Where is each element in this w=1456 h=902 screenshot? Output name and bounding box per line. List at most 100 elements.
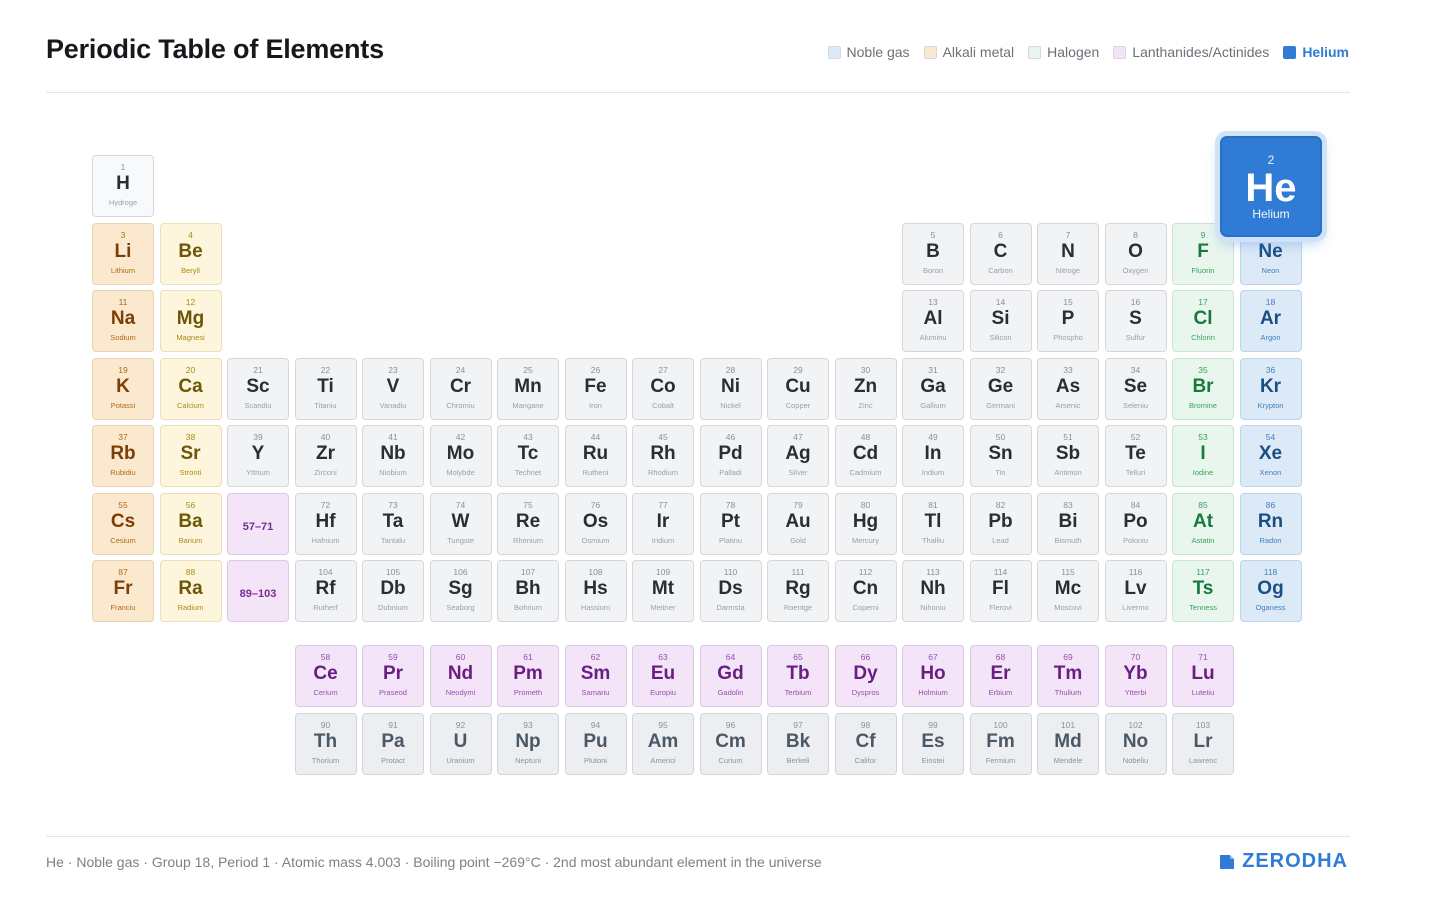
element-cell-rn[interactable]: 86 Rn Radon <box>1239 492 1302 555</box>
element-cell-mt[interactable]: 109 Mt Meitner <box>632 560 694 622</box>
element-cell-ho[interactable]: 67 Ho Holmium <box>902 645 964 707</box>
element-cell-pd[interactable]: 46 Pd Palladi <box>699 425 762 487</box>
element-cell-zn[interactable]: 30 Zn Zinc <box>834 357 897 420</box>
element-cell-u[interactable]: 92 U Uranium <box>429 712 492 775</box>
element-cell-o[interactable]: 8 O Oxygen <box>1104 222 1167 285</box>
element-cell-ca[interactable]: 20 Ca Calcium <box>159 357 222 420</box>
element-cell-er[interactable]: 68 Er Erbium <box>969 645 1032 707</box>
element-cell-cs[interactable]: 55 Cs Cesium <box>92 492 154 555</box>
element-cell-ba[interactable]: 56 Ba Barium <box>159 492 222 555</box>
element-cell-ag[interactable]: 47 Ag Silver <box>767 425 829 487</box>
element-cell-in[interactable]: 49 In Indium <box>902 425 964 487</box>
element-cell-tm[interactable]: 69 Tm Thulium <box>1037 645 1099 707</box>
element-cell-fr[interactable]: 87 Fr Franciu <box>92 560 154 622</box>
element-cell-sm[interactable]: 62 Sm Samariu <box>564 645 627 707</box>
element-cell-hs[interactable]: 108 Hs Hassium <box>564 560 627 622</box>
element-cell-sb[interactable]: 51 Sb Antimon <box>1037 425 1099 487</box>
element-cell-pt[interactable]: 78 Pt Platinu <box>699 492 762 555</box>
legend-item[interactable]: Lanthanides/Actinides <box>1113 44 1269 60</box>
element-cell-es[interactable]: 99 Es Einstei <box>902 712 964 775</box>
element-cell-pm[interactable]: 61 Pm Prometh <box>497 645 559 707</box>
element-range-cell[interactable]: 89–103 <box>227 560 289 622</box>
element-cell-v[interactable]: 23 V Vanadiu <box>362 357 424 420</box>
element-cell-hg[interactable]: 80 Hg Mercury <box>834 492 897 555</box>
element-cell-as[interactable]: 33 As Arsenic <box>1037 357 1099 420</box>
element-cell-au[interactable]: 79 Au Gold <box>767 492 829 555</box>
element-cell-eu[interactable]: 63 Eu Europiu <box>632 645 694 707</box>
element-cell-sg[interactable]: 106 Sg Seaborg <box>429 560 492 622</box>
element-cell-li[interactable]: 3 Li Lithium <box>92 222 154 285</box>
element-cell-rh[interactable]: 45 Rh Rhodium <box>632 425 694 487</box>
element-cell-mo[interactable]: 42 Mo Molybde <box>429 425 492 487</box>
element-cell-zr[interactable]: 40 Zr Zirconi <box>294 425 357 487</box>
legend-item[interactable]: Halogen <box>1028 44 1099 60</box>
element-cell-tc[interactable]: 43 Tc Technet <box>497 425 559 487</box>
element-cell-lv[interactable]: 116 Lv Livermo <box>1104 560 1167 622</box>
element-cell-og[interactable]: 118 Og Oganess <box>1239 560 1302 622</box>
element-cell-cm[interactable]: 96 Cm Curium <box>699 712 762 775</box>
element-cell-os[interactable]: 76 Os Osmium <box>564 492 627 555</box>
element-cell-bi[interactable]: 83 Bi Bismuth <box>1037 492 1099 555</box>
element-cell-te[interactable]: 52 Te Telluri <box>1104 425 1167 487</box>
element-cell-c[interactable]: 6 C Carbon <box>969 222 1032 285</box>
element-cell-ts[interactable]: 117 Ts Tenness <box>1172 560 1234 622</box>
element-cell-br[interactable]: 35 Br Bromine <box>1172 357 1234 420</box>
element-cell-s[interactable]: 16 S Sulfur <box>1104 290 1167 352</box>
element-cell-na[interactable]: 11 Na Sodium <box>92 290 154 352</box>
element-cell-sc[interactable]: 21 Sc Scandiu <box>227 357 289 420</box>
element-cell-i[interactable]: 53 I Iodine <box>1172 425 1234 487</box>
element-cell-lr[interactable]: 103 Lr Lawrenc <box>1172 712 1234 775</box>
element-cell-ar[interactable]: 18 Ar Argon <box>1239 290 1302 352</box>
element-cell-ti[interactable]: 22 Ti Titaniu <box>294 357 357 420</box>
element-cell-b[interactable]: 5 B Boron <box>902 222 964 285</box>
element-cell-pa[interactable]: 91 Pa Protact <box>362 712 424 775</box>
element-cell-pb[interactable]: 82 Pb Lead <box>969 492 1032 555</box>
element-cell-nd[interactable]: 60 Nd Neodymi <box>429 645 492 707</box>
element-cell-dy[interactable]: 66 Dy Dyspros <box>834 645 897 707</box>
element-cell-p[interactable]: 15 P Phospho <box>1037 290 1099 352</box>
element-cell-re[interactable]: 75 Re Rhenium <box>497 492 559 555</box>
element-cell-sn[interactable]: 50 Sn Tin <box>969 425 1032 487</box>
legend-item[interactable]: Helium <box>1283 44 1349 60</box>
element-cell-n[interactable]: 7 N Nitroge <box>1037 222 1099 285</box>
element-cell-no[interactable]: 102 No Nobeliu <box>1104 712 1167 775</box>
element-cell-ra[interactable]: 88 Ra Radium <box>159 560 222 622</box>
legend-item[interactable]: Alkali metal <box>923 44 1014 60</box>
element-cell-ga[interactable]: 31 Ga Gallium <box>902 357 964 420</box>
element-cell-k[interactable]: 19 K Potassi <box>92 357 154 420</box>
element-cell-cr[interactable]: 24 Cr Chromiu <box>429 357 492 420</box>
element-cell-h[interactable]: 1 H Hydroge <box>92 155 154 217</box>
element-cell-al[interactable]: 13 Al Aluminu <box>902 290 964 352</box>
element-cell-cd[interactable]: 48 Cd Cadmium <box>834 425 897 487</box>
element-cell-cn[interactable]: 112 Cn Coperni <box>834 560 897 622</box>
element-cell-th[interactable]: 90 Th Thorium <box>294 712 357 775</box>
element-cell-tb[interactable]: 65 Tb Terbium <box>767 645 829 707</box>
element-cell-rg[interactable]: 111 Rg Roentge <box>767 560 829 622</box>
element-cell-se[interactable]: 34 Se Seleniu <box>1104 357 1167 420</box>
element-cell-rb[interactable]: 37 Rb Rubidiu <box>92 425 154 487</box>
element-cell-be[interactable]: 4 Be Beryll <box>159 222 222 285</box>
element-cell-rf[interactable]: 104 Rf Rutherf <box>294 560 357 622</box>
element-cell-bk[interactable]: 97 Bk Berkeli <box>767 712 829 775</box>
element-cell-mn[interactable]: 25 Mn Mangane <box>497 357 559 420</box>
element-cell-po[interactable]: 84 Po Poloniu <box>1104 492 1167 555</box>
element-cell-gd[interactable]: 64 Gd Gadolin <box>699 645 762 707</box>
element-cell-md[interactable]: 101 Md Mendele <box>1037 712 1099 775</box>
element-cell-si[interactable]: 14 Si Silicon <box>969 290 1032 352</box>
element-cell-ge[interactable]: 32 Ge Germani <box>969 357 1032 420</box>
element-cell-fm[interactable]: 100 Fm Fermium <box>969 712 1032 775</box>
element-cell-mc[interactable]: 115 Mc Moscovi <box>1037 560 1099 622</box>
element-cell-pr[interactable]: 59 Pr Praseod <box>362 645 424 707</box>
element-cell-y[interactable]: 39 Y Yttrium <box>227 425 289 487</box>
element-cell-at[interactable]: 85 At Astatin <box>1172 492 1234 555</box>
element-cell-hf[interactable]: 72 Hf Hafnium <box>294 492 357 555</box>
element-cell-ni[interactable]: 28 Ni Nickel <box>699 357 762 420</box>
element-cell-ds[interactable]: 110 Ds Darmsta <box>699 560 762 622</box>
element-cell-cl[interactable]: 17 Cl Chlorin <box>1172 290 1234 352</box>
element-cell-ir[interactable]: 77 Ir Iridium <box>632 492 694 555</box>
element-cell-ta[interactable]: 73 Ta Tantalu <box>362 492 424 555</box>
element-cell-nb[interactable]: 41 Nb Niobium <box>362 425 424 487</box>
element-cell-yb[interactable]: 70 Yb Ytterbi <box>1104 645 1167 707</box>
element-cell-kr[interactable]: 36 Kr Krypton <box>1239 357 1302 420</box>
element-cell-sr[interactable]: 38 Sr Stronti <box>159 425 222 487</box>
